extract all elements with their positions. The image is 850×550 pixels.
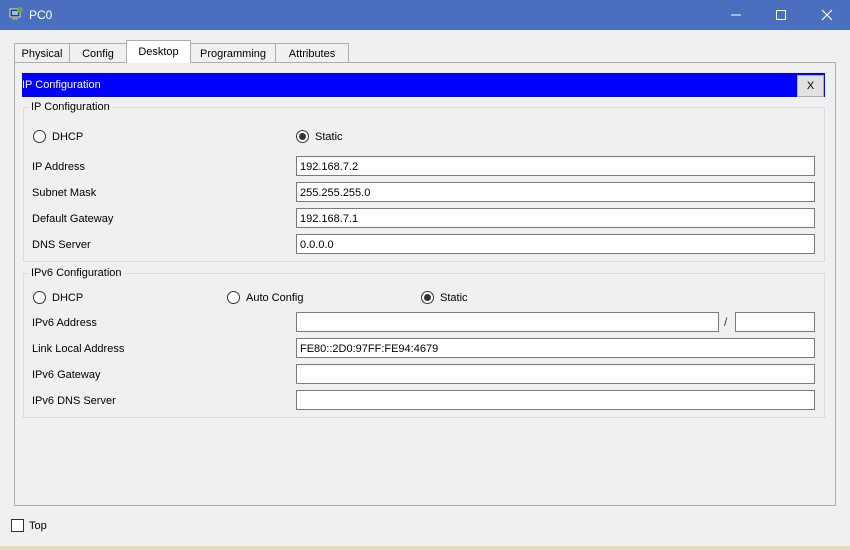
radio-checked-icon <box>421 291 434 304</box>
tab-config[interactable]: Config <box>69 43 127 63</box>
top-checkbox[interactable]: Top <box>11 519 47 532</box>
tab-label: Programming <box>199 47 267 60</box>
default-gateway-field[interactable]: 192.168.7.1 <box>296 208 815 228</box>
tab-attributes[interactable]: Attributes <box>275 43 349 63</box>
tab-label: Physical <box>21 47 63 60</box>
window-title: PC0 <box>29 8 53 22</box>
radio-unchecked-icon <box>33 291 46 304</box>
ip-config-title: IP Configuration <box>22 79 101 91</box>
tab-label: Config <box>82 47 114 60</box>
minimize-button[interactable] <box>713 0 759 30</box>
dns-server-label: DNS Server <box>32 239 91 251</box>
ipv6-address-field[interactable] <box>296 312 719 332</box>
checkbox-unchecked-icon <box>11 519 24 532</box>
dns-server-field[interactable]: 0.0.0.0 <box>296 234 815 254</box>
tab-desktop[interactable]: Desktop <box>126 40 191 63</box>
ipv6-dhcp-label: DHCP <box>52 291 84 304</box>
ipv6-auto-config-radio[interactable]: Auto Config <box>227 291 303 304</box>
maximize-button[interactable] <box>758 0 804 30</box>
default-gateway-label: Default Gateway <box>32 213 114 225</box>
radio-checked-icon <box>296 130 309 143</box>
title-bar: PC0 <box>0 0 850 30</box>
ipv6-dns-server-field[interactable] <box>296 390 815 410</box>
prefix-separator: / <box>724 315 728 329</box>
bottom-strip <box>0 546 850 550</box>
ipv6-static-label: Static <box>440 291 468 304</box>
ipv4-dhcp-radio[interactable]: DHCP <box>33 130 83 143</box>
radio-unchecked-icon <box>33 130 46 143</box>
close-icon <box>821 9 833 21</box>
ip-address-field[interactable]: 192.168.7.2 <box>296 156 815 176</box>
ipv6-dhcp-radio[interactable]: DHCP <box>33 291 83 304</box>
ipv4-static-radio[interactable]: Static <box>296 130 343 143</box>
ipv4-static-label: Static <box>315 130 343 143</box>
app-icon <box>9 7 23 20</box>
ipv6-static-radio[interactable]: Static <box>421 291 468 304</box>
ipv6-group-title: IPv6 Configuration <box>29 267 124 279</box>
ip-config-close-button[interactable]: X <box>797 75 824 97</box>
ip-address-label: IP Address <box>32 161 85 173</box>
link-local-address-field[interactable]: FE80::2D0:97FF:FE94:4679 <box>296 338 815 358</box>
subnet-mask-field[interactable]: 255.255.255.0 <box>296 182 815 202</box>
subnet-mask-label: Subnet Mask <box>32 187 97 199</box>
tab-label: Attributes <box>288 47 336 60</box>
tab-physical[interactable]: Physical <box>14 43 70 63</box>
ipv4-group-title: IP Configuration <box>29 101 112 113</box>
ipv6-dns-server-label: IPv6 DNS Server <box>32 395 116 407</box>
tab-label: Desktop <box>138 46 179 58</box>
top-label: Top <box>29 519 47 532</box>
ipv6-auto-config-label: Auto Config <box>246 291 304 304</box>
tab-programming[interactable]: Programming <box>190 43 276 63</box>
link-local-address-label: Link Local Address <box>32 343 125 355</box>
ipv6-prefix-field[interactable] <box>735 312 815 332</box>
maximize-icon <box>776 10 786 20</box>
minimize-icon <box>731 14 741 16</box>
ipv6-gateway-field[interactable] <box>296 364 815 384</box>
ipv4-dhcp-label: DHCP <box>52 130 84 143</box>
close-button[interactable] <box>804 0 850 30</box>
radio-unchecked-icon <box>227 291 240 304</box>
ip-config-header: IP Configuration <box>22 73 825 97</box>
ipv6-address-label: IPv6 Address <box>32 317 97 329</box>
ipv6-gateway-label: IPv6 Gateway <box>32 369 101 381</box>
